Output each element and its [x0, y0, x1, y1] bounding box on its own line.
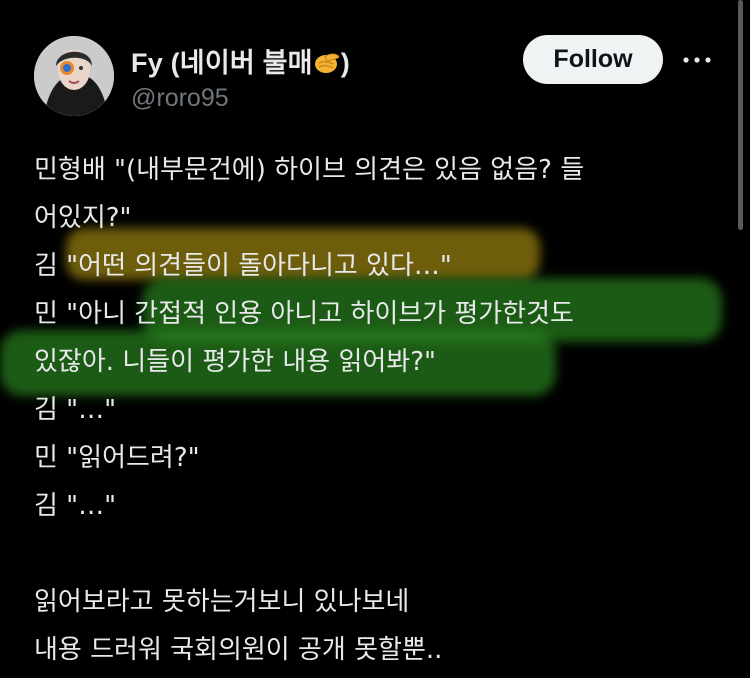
scrollbar[interactable] [738, 0, 743, 230]
author-name-suffix: ) [340, 48, 350, 78]
pinching-hand-emoji-icon [313, 51, 341, 75]
author-handle[interactable]: @roro95 [131, 84, 229, 113]
tweet-line: 내용 드러워 국회의원이 공개 못할뿐.. [34, 635, 443, 665]
follow-button[interactable]: Follow [523, 35, 663, 84]
tweet-line: 민 "읽어드려?" [34, 443, 200, 473]
author-name-text: Fy (네이버 불매 [131, 48, 313, 78]
tweet-line: 김 "어떤 의견들이 돌아다니고 있다…" [34, 251, 452, 281]
tweet-line: 있잖아. 니들이 평가한 내용 읽어봐?" [34, 347, 436, 377]
tweet-line: 민 "아니 간접적 인용 아니고 하이브가 평가한것도 [34, 299, 574, 329]
more-horizontal-icon [683, 57, 711, 63]
tweet-line: 민형배 "(내부문건에) 하이브 의견은 있음 없음? 들 [34, 155, 585, 185]
avatar-image [34, 36, 114, 116]
tweet-text: 민형배 "(내부문건에) 하이브 의견은 있음 없음? 들 어있지?" 김 "어… [34, 146, 734, 674]
tweet-line: 읽어보라고 못하는거보니 있나보네 [34, 587, 410, 617]
tweet-line: 김 "…" [34, 491, 117, 521]
more-options-button[interactable] [680, 48, 714, 72]
tweet-line: 어있지?" [34, 203, 132, 233]
tweet-line: 김 "…" [34, 395, 117, 425]
author-display-name[interactable]: Fy (네이버 불매) [131, 41, 350, 80]
avatar[interactable] [34, 36, 114, 116]
